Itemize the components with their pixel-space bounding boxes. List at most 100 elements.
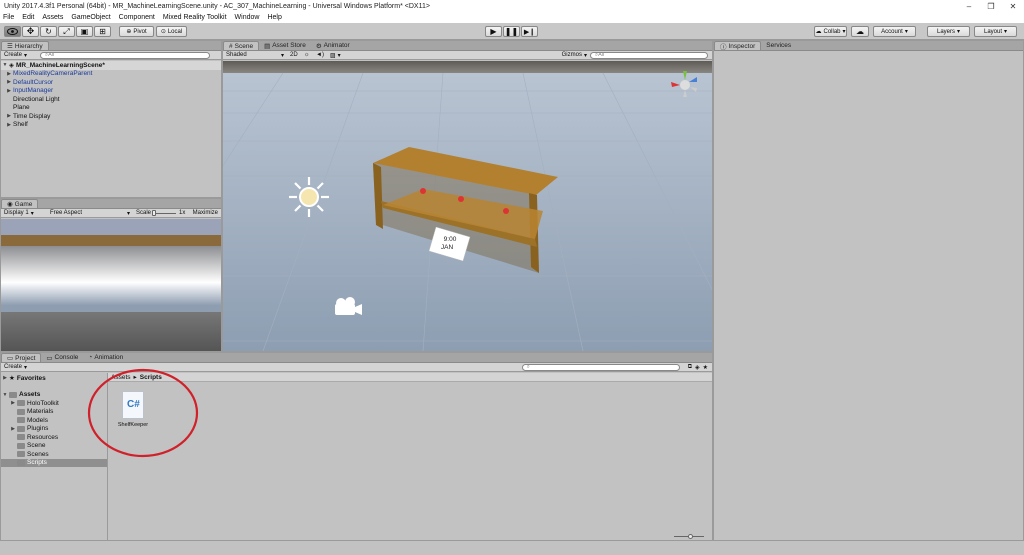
menu-help[interactable]: Help xyxy=(267,14,281,21)
project-search-input[interactable]: ⌕ xyxy=(521,363,680,371)
scene-viewport[interactable]: 9:00 JAN xyxy=(223,61,712,351)
restore-button[interactable]: ❐ xyxy=(980,2,1002,11)
2d-toggle[interactable]: 2D xyxy=(287,52,301,59)
menu-component[interactable]: Component xyxy=(119,14,155,21)
dropdown-arrow-icon: ▾ xyxy=(280,52,284,59)
hierarchy-item[interactable]: ▶ Shelf xyxy=(1,121,221,130)
dropdown-arrow-icon: ▾ xyxy=(30,210,34,217)
asset-folder-row[interactable]: Scripts xyxy=(1,458,107,467)
audio-toggle[interactable]: ◄) xyxy=(313,52,327,59)
unity-scene-icon: ◈ xyxy=(9,62,14,70)
menu-gameobject[interactable]: GameObject xyxy=(71,14,110,21)
project-create-dropdown[interactable]: Create ▾ xyxy=(1,364,30,371)
eye-icon xyxy=(7,28,18,35)
menu-assets[interactable]: Assets xyxy=(42,14,63,21)
scene-search-input[interactable]: ⌕ All xyxy=(590,51,708,59)
asset-folder-label: Materials xyxy=(27,408,54,416)
play-button[interactable]: ▶ xyxy=(485,26,502,37)
menu-file[interactable]: File xyxy=(3,14,14,21)
shaded-label: Shaded xyxy=(226,52,247,58)
tab-project[interactable]: ▭ Project xyxy=(1,353,42,362)
display-dropdown[interactable]: Display 1 ▾ xyxy=(1,210,47,217)
icon-size-slider-thumb[interactable] xyxy=(688,534,693,539)
expand-right-icon[interactable]: ▶ xyxy=(5,122,13,128)
rect-tool-button[interactable]: ▣ xyxy=(76,26,93,37)
tab-hierarchy[interactable]: ☰ Hierarchy xyxy=(1,41,49,50)
hierarchy-item[interactable]: Directional Light xyxy=(1,95,221,104)
maximize-toggle[interactable]: Maximize xyxy=(193,210,218,216)
tab-asset-store[interactable]: ▤ Asset Store xyxy=(259,41,311,50)
account-dropdown[interactable]: Account ▾ xyxy=(873,26,916,37)
pivot-toggle[interactable]: ⊕ Pivot xyxy=(119,26,154,37)
scene-render: 9:00 JAN xyxy=(223,61,712,351)
dropdown-arrow-icon: ▾ xyxy=(583,52,587,59)
expand-right-icon[interactable]: ▶ xyxy=(5,71,13,77)
scale-slider-thumb[interactable] xyxy=(152,209,157,216)
rotate-tool-button[interactable]: ↻ xyxy=(40,26,57,37)
image-icon: ▨ xyxy=(330,52,336,59)
layers-dropdown[interactable]: Layers ▾ xyxy=(927,26,970,37)
hierarchy-item[interactable]: Plane xyxy=(1,104,221,113)
hierarchy-item[interactable]: ▶ DefaultCursor xyxy=(1,78,221,87)
cloud-services-button[interactable]: ☁ xyxy=(851,26,869,37)
filter-by-type-icon[interactable]: ⧉ xyxy=(688,364,692,371)
hierarchy-create-dropdown[interactable]: Create ▾ xyxy=(1,52,30,59)
close-button[interactable]: ✕ xyxy=(1002,2,1024,11)
game-sky-top xyxy=(1,219,221,235)
hand-tool-button[interactable] xyxy=(4,26,21,37)
expand-right-icon[interactable]: ▶ xyxy=(9,426,17,432)
move-tool-button[interactable]: ✥ xyxy=(22,26,39,37)
expand-right-icon[interactable]: ▶ xyxy=(5,79,13,85)
tab-animation[interactable]: ◔ Animation xyxy=(83,353,128,362)
create-label: Create xyxy=(4,364,23,370)
lighting-toggle[interactable]: ☼ xyxy=(301,52,313,59)
pause-button[interactable]: ❚❚ xyxy=(503,26,520,37)
rect-icon: ▣ xyxy=(80,27,89,36)
layout-label: Layout xyxy=(983,28,1002,35)
minimize-button[interactable]: – xyxy=(958,2,980,11)
tab-animator[interactable]: ⚙ Animator xyxy=(311,41,355,50)
transform-tool-button[interactable]: ⊞ xyxy=(94,26,111,37)
tab-services[interactable]: Services xyxy=(761,41,796,50)
animator-icon: ⚙ xyxy=(315,42,322,50)
layout-dropdown[interactable]: Layout ▾ xyxy=(974,26,1017,37)
tab-scene[interactable]: # Scene xyxy=(223,41,260,50)
tab-game[interactable]: ◉ Game xyxy=(1,199,39,208)
filter-by-label-icon[interactable]: ◈ xyxy=(695,364,700,371)
collab-label: Collab xyxy=(823,28,841,35)
expand-right-icon[interactable]: ▶ xyxy=(5,113,13,119)
menu-edit[interactable]: Edit xyxy=(22,14,34,21)
hierarchy-item[interactable]: ▶ Time Display xyxy=(1,112,221,121)
expand-right-icon[interactable]: ▶ xyxy=(9,400,17,406)
hierarchy-item[interactable]: ▶ MixedRealityCameraParent xyxy=(1,70,221,79)
hierarchy-search-input[interactable]: ⌕ All xyxy=(40,51,211,59)
collab-dropdown[interactable]: ☁ Collab ▾ xyxy=(814,26,847,37)
step-button[interactable]: ▶❙ xyxy=(521,26,538,37)
aspect-dropdown[interactable]: Free Aspect ▾ xyxy=(47,210,133,217)
scale-tool-button[interactable]: ⤢ xyxy=(58,26,75,37)
folder-icon: ▭ xyxy=(7,355,14,362)
speaker-icon: ◄) xyxy=(316,52,324,58)
game-view[interactable] xyxy=(1,219,221,351)
effects-dropdown[interactable]: ▨ ▾ xyxy=(327,52,345,59)
scene-root-row[interactable]: ▼ ◈ MR_MachineLearningScene* xyxy=(1,61,221,70)
tab-inspector[interactable]: ⓘ Inspector xyxy=(714,41,762,51)
transform-icon: ⊞ xyxy=(99,27,106,36)
project-panel: ▭ Project ▭ Console ◔ Animation Create ▾ ⌕ ⧉… xyxy=(0,352,713,541)
icon-size-slider[interactable] xyxy=(674,534,704,539)
scale-slider[interactable] xyxy=(152,209,177,216)
dropdown-arrow-icon: ▾ xyxy=(337,52,341,59)
gizmos-dropdown[interactable]: Gizmos ▾ xyxy=(559,52,590,59)
shading-dropdown[interactable]: Shaded ▾ xyxy=(223,52,287,59)
favorite-star-icon[interactable]: ★ xyxy=(703,364,708,371)
expand-right-icon[interactable]: ▶ xyxy=(5,88,13,94)
hierarchy-item[interactable]: ▶ InputManager xyxy=(1,87,221,96)
tab-inspector-label: Inspector xyxy=(728,42,756,50)
local-toggle[interactable]: ⊙ Local xyxy=(156,26,187,37)
hierarchy-tree: ▼ ◈ MR_MachineLearningScene* ▶ MixedReali… xyxy=(1,61,221,129)
favorites-label: Favorites xyxy=(16,374,46,382)
menu-mixed-reality-toolkit[interactable]: Mixed Reality Toolkit xyxy=(163,14,227,21)
tab-console[interactable]: ▭ Console xyxy=(41,353,83,362)
menu-window[interactable]: Window xyxy=(235,14,260,21)
tab-scene-label: Scene xyxy=(234,42,254,50)
